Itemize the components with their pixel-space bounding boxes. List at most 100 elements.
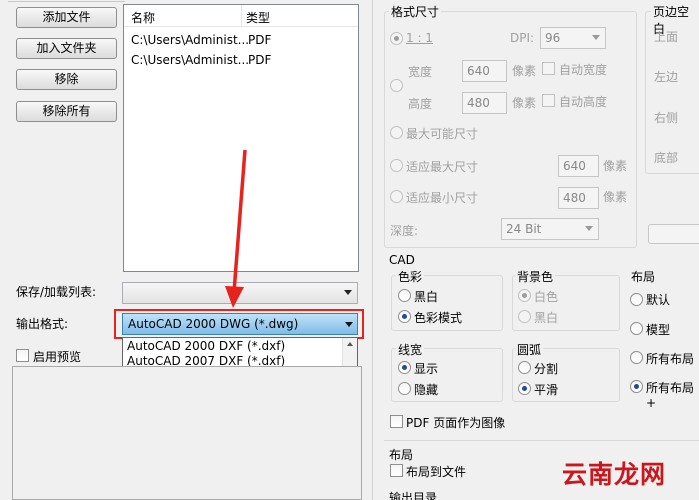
column-header-type[interactable]: 类型: [246, 9, 270, 26]
height-input[interactable]: 480: [462, 92, 507, 114]
model-label: 模型: [646, 323, 671, 337]
width-input[interactable]: 640: [462, 60, 507, 82]
margin-bottom-label: 底部: [654, 151, 679, 165]
fit-max-label: 适应最大尺寸: [406, 160, 479, 174]
arc-title: 圆弧: [515, 341, 544, 358]
width-unit: 像素: [512, 64, 537, 78]
height-unit: 像素: [512, 96, 537, 110]
dpi-label: DPI:: [510, 31, 535, 45]
add-folder-button[interactable]: 加入文件夹: [16, 38, 117, 59]
depth-value: 24 Bit: [506, 222, 542, 236]
output-format-value: AutoCAD 2000 DWG (*.dwg): [128, 317, 299, 331]
chevron-down-icon: [585, 226, 593, 231]
column-separator[interactable]: [241, 5, 242, 27]
color-mode-radio[interactable]: [398, 310, 411, 323]
max-size-radio[interactable]: [390, 126, 403, 139]
fit-min-label: 适应最小尺寸: [406, 191, 479, 205]
margin-right-label: 右侧: [654, 111, 679, 125]
format-option[interactable]: AutoCAD 2000 DXF (*.dxf): [124, 339, 342, 354]
ratio-label: 1 : 1: [406, 31, 433, 45]
save-load-label: 保存/加载列表:: [16, 285, 97, 299]
split-label: 分割: [534, 362, 559, 376]
layout-divider: [384, 440, 699, 441]
pdf-as-image-checkbox[interactable]: [390, 415, 403, 428]
file-name: C:\Users\Administ...: [131, 33, 250, 47]
bw-radio[interactable]: [398, 289, 411, 302]
ratio-radio[interactable]: [390, 32, 403, 45]
default-layout-radio[interactable]: [630, 293, 643, 306]
chevron-down-icon[interactable]: [345, 322, 353, 327]
margin-top-label: 上面: [654, 30, 679, 44]
output-format-select[interactable]: AutoCAD 2000 DWG (*.dwg): [122, 313, 358, 335]
width-label: 宽度: [408, 65, 433, 79]
all-layouts-plus-label: 所有布局+: [646, 381, 695, 410]
auto-width-checkbox[interactable]: [542, 62, 555, 75]
preview-pane: [12, 366, 362, 500]
white-radio[interactable]: [518, 289, 531, 302]
color-mode-label: 色彩模式: [414, 311, 463, 325]
layout-section-title: 布局: [389, 448, 414, 462]
color-title: 色彩: [396, 268, 425, 285]
enable-preview-checkbox[interactable]: [16, 349, 29, 362]
dpi-select[interactable]: 96: [540, 27, 606, 49]
fit-max-input[interactable]: 640: [558, 155, 599, 177]
margins-button[interactable]: [648, 224, 699, 244]
fit-min-unit: 像素: [603, 190, 628, 204]
scroll-up-icon[interactable]: [347, 342, 353, 346]
enable-preview-label: 启用预览: [33, 350, 82, 364]
all-layouts-radio[interactable]: [630, 351, 643, 364]
model-radio[interactable]: [630, 322, 643, 335]
hide-radio[interactable]: [398, 382, 411, 395]
file-type: PDF: [248, 33, 272, 47]
fit-max-unit: 像素: [603, 159, 628, 173]
chevron-down-icon: [344, 290, 352, 295]
margin-left-label: 左边: [654, 70, 679, 84]
smooth-radio[interactable]: [518, 382, 531, 395]
auto-height-checkbox[interactable]: [542, 94, 555, 107]
pdf-as-image-label: PDF 页面作为图像: [406, 416, 506, 430]
output-dir-title: 输出目录: [389, 491, 438, 500]
auto-width-label: 自动宽度: [559, 63, 608, 77]
black-label: 黑白: [534, 311, 559, 325]
format-size-title: 格式尺寸: [389, 3, 442, 20]
file-name: C:\Users\Administ...: [131, 53, 250, 67]
fit-max-radio[interactable]: [390, 159, 403, 172]
column-header-name[interactable]: 名称: [131, 9, 155, 26]
cad-title: CAD: [389, 253, 415, 267]
auto-height-label: 自动高度: [559, 95, 608, 109]
show-label: 显示: [414, 362, 439, 376]
split-radio[interactable]: [518, 361, 531, 374]
black-radio[interactable]: [518, 310, 531, 323]
annotation-arrow-icon: [225, 149, 247, 308]
hide-label: 隐藏: [414, 383, 439, 397]
fit-min-input[interactable]: 480: [558, 187, 599, 209]
dpi-value: 96: [545, 31, 561, 45]
max-size-label: 最大可能尺寸: [406, 127, 479, 141]
all-layouts-label: 所有布局: [646, 352, 695, 366]
show-radio[interactable]: [398, 361, 411, 374]
output-format-label: 输出格式:: [16, 317, 69, 331]
remove-all-button[interactable]: 移除所有: [16, 101, 117, 122]
file-row[interactable]: C:\Users\Administ... PDF: [124, 50, 358, 69]
depth-select[interactable]: 24 Bit: [501, 218, 599, 240]
all-layouts-plus-radio[interactable]: [630, 380, 643, 393]
default-layout-label: 默认: [646, 293, 671, 307]
add-file-button[interactable]: 添加文件: [16, 7, 117, 28]
chevron-down-icon: [592, 35, 600, 40]
background-title: 背景色: [515, 268, 556, 285]
file-group-frame: [8, 0, 125, 2]
cad-layout-title: 布局: [631, 270, 656, 284]
watermark-logo: 云南龙网: [562, 460, 667, 489]
smooth-label: 平滑: [534, 383, 559, 397]
file-list-header: 名称 类型: [124, 5, 358, 27]
line-width-title: 线宽: [396, 341, 425, 358]
layout-to-file-label: 布局到文件: [406, 465, 467, 479]
depth-label: 深度:: [390, 224, 419, 238]
bw-label: 黑白: [414, 290, 439, 304]
layout-to-file-checkbox[interactable]: [390, 464, 403, 477]
file-row[interactable]: C:\Users\Administ... PDF: [124, 30, 358, 49]
panel-divider: [372, 0, 373, 500]
remove-button[interactable]: 移除: [16, 69, 117, 90]
custom-size-radio[interactable]: [390, 79, 403, 92]
fit-min-radio[interactable]: [390, 190, 403, 203]
